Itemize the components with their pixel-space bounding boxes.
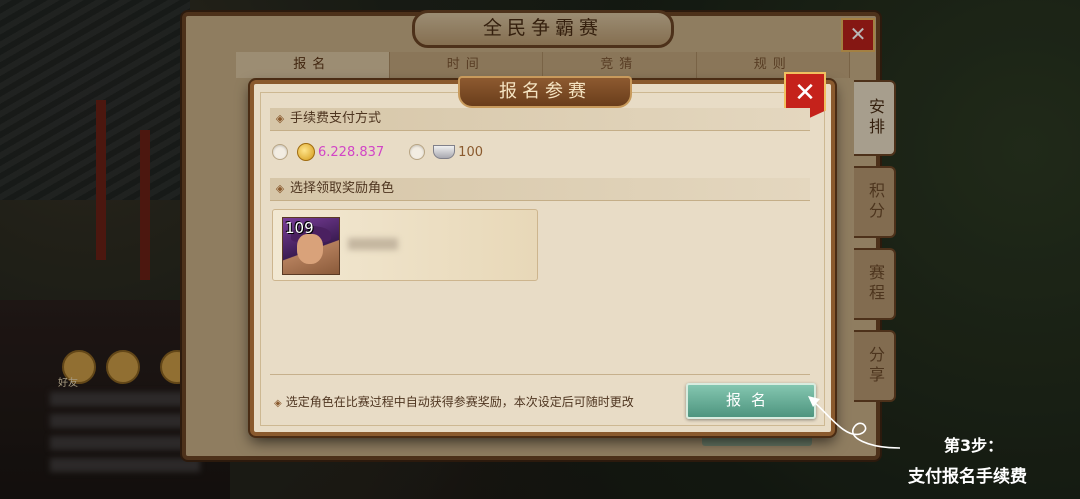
- role-section-header: ◈ 选择领取奖励角色: [270, 178, 810, 201]
- dialog-title: 报名参赛: [458, 76, 632, 108]
- role-section-title: 选择领取奖励角色: [290, 181, 395, 196]
- gold-amount: 6.228.837: [318, 144, 385, 160]
- footer-divider: [270, 374, 810, 375]
- diamond-icon: ◈: [274, 398, 282, 409]
- role-name-blurred: [348, 238, 398, 250]
- annotation-arrow-icon: [808, 396, 901, 449]
- footer-note: ◈ 选定角色在比赛过程中自动获得参赛奖励，本次设定后可随时更改: [274, 393, 634, 410]
- signup-button[interactable]: 报名: [686, 383, 816, 419]
- gold-payment-radio[interactable]: [272, 144, 288, 160]
- payment-section-header: ◈ 手续费支付方式: [270, 108, 810, 131]
- role-level: 109: [285, 219, 314, 237]
- silver-payment-radio[interactable]: [409, 144, 426, 160]
- diamond-icon: ◈: [275, 112, 285, 125]
- role-card[interactable]: 109: [272, 209, 538, 281]
- avatar-face: [297, 234, 323, 264]
- silver-amount: 100: [458, 144, 483, 160]
- annotation-step: 第3步：: [944, 436, 1004, 455]
- footer-note-text: 选定角色在比赛过程中自动获得参赛奖励，本次设定后可随时更改: [285, 395, 634, 409]
- role-avatar: 109: [282, 217, 340, 275]
- annotation-text: 支付报名手续费: [908, 467, 1027, 487]
- payment-options: 6.228.837 100: [272, 142, 483, 162]
- gold-coin-icon: [297, 143, 315, 161]
- payment-section-title: 手续费支付方式: [290, 111, 382, 126]
- diamond-icon: ◈: [275, 182, 285, 195]
- silver-ingot-icon: [433, 145, 456, 159]
